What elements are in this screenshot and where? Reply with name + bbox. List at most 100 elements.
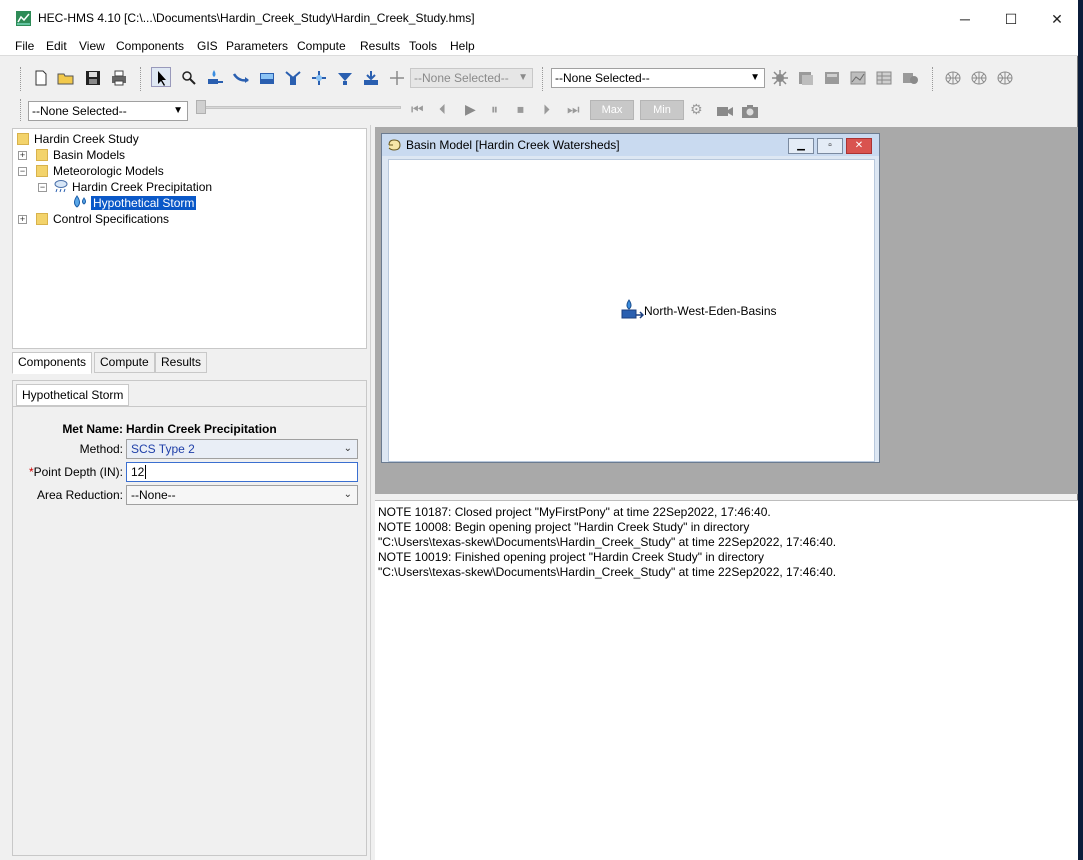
global-summary-icon[interactable] (796, 68, 816, 88)
menu-help[interactable]: Help (450, 39, 475, 53)
expand-icon[interactable]: + (18, 215, 27, 224)
subbasin-label: North-West-Eden-Basins (644, 304, 777, 318)
gear-icon[interactable]: ⚙ (690, 101, 703, 118)
pause-icon[interactable]: ⏸ (491, 101, 498, 118)
menu-parameters[interactable]: Parameters (226, 39, 288, 53)
tree-node-hypothetical-storm[interactable]: Hypothetical Storm (71, 195, 197, 211)
area-reduction-label: Area Reduction: (36, 488, 123, 502)
time-window-combo[interactable]: --None Selected-- ▼ (28, 101, 188, 121)
menu-tools[interactable]: Tools (409, 39, 437, 53)
chevron-down-icon: ▼ (518, 72, 528, 83)
source-tool-icon[interactable] (335, 68, 355, 88)
summary-table-icon[interactable] (874, 68, 894, 88)
skip-to-end-icon[interactable]: ⏭ (567, 101, 580, 118)
stop-icon[interactable]: ⏹ (517, 101, 524, 118)
gis-grid-zoom-icon[interactable] (969, 68, 989, 88)
area-reduction-select[interactable]: --None-- ⌄ (126, 485, 358, 505)
tree-node-project[interactable]: Hardin Creek Study (17, 131, 139, 147)
time-slider-track[interactable] (196, 106, 401, 109)
tree-node-met-model[interactable]: Hardin Creek Precipitation (53, 179, 212, 195)
watershed-explorer-tree: Hardin Creek Study + Basin Models − Mete… (12, 128, 367, 349)
gis-grid-pan-icon[interactable] (995, 68, 1015, 88)
menu-components[interactable]: Components (116, 39, 184, 53)
skip-to-start-icon[interactable]: ⏮ (411, 101, 424, 118)
camera-icon[interactable] (740, 101, 760, 121)
subbasin-icon (621, 299, 645, 319)
crosshair-icon[interactable] (387, 68, 407, 88)
element-summary-icon[interactable] (822, 68, 842, 88)
menu-gis[interactable]: GIS (197, 39, 218, 53)
basin-close-button[interactable]: ✕ (846, 138, 872, 154)
hec-hms-app-icon (16, 11, 31, 26)
save-icon[interactable] (83, 68, 103, 88)
log-line: NOTE 10019: Finished opening project "Ha… (378, 550, 765, 564)
text-cursor (145, 465, 147, 479)
met-name-value: Hardin Creek Precipitation (126, 422, 277, 436)
tab-components[interactable]: Components (12, 352, 93, 374)
menu-edit[interactable]: Edit (46, 39, 67, 53)
diversion-tool-icon[interactable] (309, 68, 329, 88)
min-button[interactable]: Min (640, 100, 684, 120)
method-select[interactable]: SCS Type 2 ⌄ (126, 439, 358, 459)
menu-compute[interactable]: Compute (297, 39, 346, 53)
subbasin-element[interactable]: North-West-Eden-Basins (620, 299, 777, 321)
collapse-icon[interactable]: − (38, 183, 47, 192)
tree-node-control-specifications[interactable]: Control Specifications (36, 211, 169, 227)
close-button[interactable]: ✕ (1034, 6, 1080, 32)
tab-results[interactable]: Results (155, 352, 208, 373)
basin-window-titlebar[interactable]: Basin Model [Hardin Creek Watersheds] ▁ … (382, 134, 879, 156)
basin-map-canvas[interactable]: North-West-Eden-Basins (388, 159, 875, 462)
tree-node-label: Hardin Creek Study (34, 132, 139, 146)
main-toolbar: --None Selected-- ▼ --None Selected-- ▼ (0, 57, 1078, 97)
print-icon[interactable] (109, 68, 129, 88)
collapse-icon[interactable]: − (18, 167, 27, 176)
tree-node-label: Basin Models (53, 148, 126, 162)
basin-restore-button[interactable]: ▫ (817, 138, 843, 154)
gis-grid-icon[interactable] (943, 68, 963, 88)
basin-minimize-button[interactable]: ▁ (788, 138, 814, 154)
minimize-button[interactable]: ─ (942, 6, 988, 32)
menu-bar: File Edit View Components GIS Parameters… (0, 36, 1078, 56)
compute-run-icon[interactable] (770, 68, 790, 88)
point-depth-input[interactable]: 12 (126, 462, 358, 482)
tree-node-basin-models[interactable]: Basin Models (36, 147, 125, 163)
reservoir-tool-icon[interactable] (257, 68, 277, 88)
menu-view[interactable]: View (79, 39, 105, 53)
subbasin-tool-icon[interactable] (205, 68, 225, 88)
tree-node-meteorologic-models[interactable]: Meteorologic Models (36, 163, 164, 179)
reach-tool-icon[interactable] (231, 68, 251, 88)
zoom-icon[interactable] (179, 68, 199, 88)
open-folder-icon[interactable] (56, 68, 76, 88)
animation-toolbar: --None Selected-- ▼ ⏮ ⏴ ▶ ⏸ ⏹ ⏵ ⏭ Max Mi… (0, 97, 1078, 125)
area-reduction-value: --None-- (131, 488, 176, 502)
video-camera-icon[interactable] (715, 101, 735, 121)
max-button[interactable]: Max (590, 100, 634, 120)
toolbar-separator (140, 67, 142, 91)
graph-icon[interactable] (848, 68, 868, 88)
expand-icon[interactable]: + (18, 151, 27, 160)
tab-hypothetical-storm[interactable]: Hypothetical Storm (16, 384, 130, 406)
new-file-icon[interactable] (31, 68, 51, 88)
water-drop-icon (74, 195, 86, 208)
menu-file[interactable]: File (15, 39, 34, 53)
time-series-table-icon[interactable] (900, 68, 920, 88)
toolbar-grip[interactable] (20, 99, 22, 121)
junction-tool-icon[interactable] (283, 68, 303, 88)
play-icon[interactable]: ▶ (465, 101, 476, 118)
element-selector-value: --None Selected-- (414, 71, 509, 85)
step-back-icon[interactable]: ⏴ (439, 101, 446, 118)
tab-compute[interactable]: Compute (94, 352, 155, 373)
toolbar-grip[interactable] (20, 67, 22, 91)
menu-results[interactable]: Results (360, 39, 400, 53)
hec-hms-window: HEC-HMS 4.10 [C:\...\Documents\Hardin_Cr… (0, 0, 1078, 860)
window-title: HEC-HMS 4.10 [C:\...\Documents\Hardin_Cr… (38, 11, 475, 25)
run-selector-value: --None Selected-- (555, 71, 650, 85)
toolbar-separator (932, 67, 934, 91)
time-slider-thumb[interactable] (196, 100, 206, 114)
step-forward-icon[interactable]: ⏵ (543, 101, 550, 118)
arrow-select-icon[interactable] (151, 67, 171, 87)
maximize-button[interactable]: ☐ (988, 6, 1034, 32)
run-selector-combo[interactable]: --None Selected-- ▼ (551, 68, 765, 88)
folder-icon (17, 133, 29, 145)
sink-tool-icon[interactable] (361, 68, 381, 88)
